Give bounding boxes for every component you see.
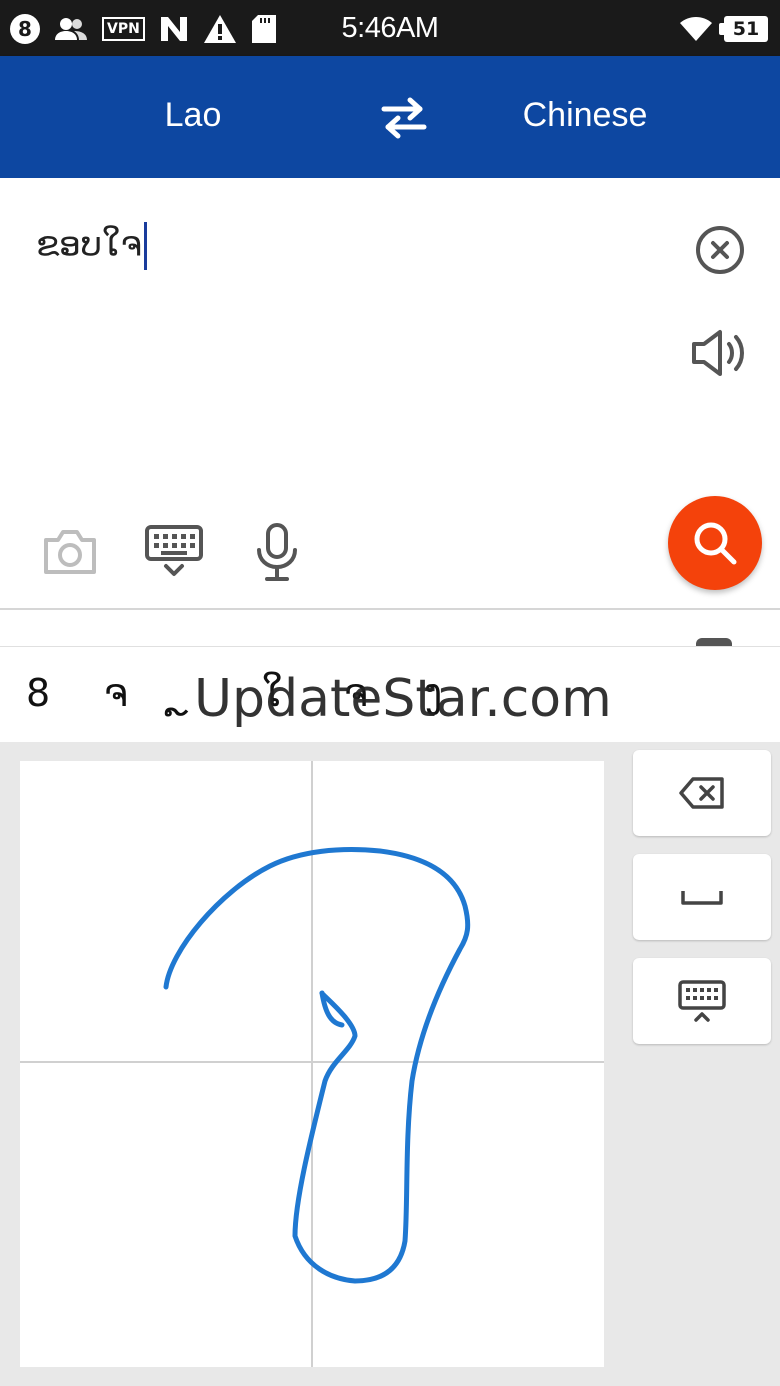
keyboard-switch-icon bbox=[678, 980, 726, 1022]
status-time: 5:46AM bbox=[341, 12, 439, 44]
wifi-icon bbox=[680, 17, 712, 41]
battery-icon: 51 bbox=[719, 16, 768, 42]
keyboard-hide-icon[interactable] bbox=[144, 524, 204, 580]
handwriting-keyboard bbox=[0, 742, 780, 1386]
search-button[interactable] bbox=[668, 496, 762, 590]
source-text-value: ຂອບໃຈ bbox=[36, 224, 142, 265]
language-header: Lao Chinese bbox=[0, 56, 780, 178]
speaker-icon[interactable] bbox=[690, 328, 750, 378]
backspace-icon bbox=[679, 777, 724, 809]
handwriting-canvas[interactable] bbox=[20, 761, 604, 1367]
target-language-button[interactable]: Chinese bbox=[390, 96, 780, 135]
handwriting-stroke bbox=[163, 847, 471, 1284]
space-icon bbox=[681, 891, 723, 905]
camera-icon[interactable] bbox=[42, 526, 98, 576]
status-bar: 8 VPN 5:46AM 51 bbox=[0, 0, 780, 56]
candidate-item[interactable]: ຈ bbox=[104, 671, 128, 715]
watermark: UpdateStar.com bbox=[194, 669, 612, 729]
candidate-bar: 8 ຈ ຼ ໃ ຈ ງ UpdateStar.com bbox=[0, 646, 780, 742]
handwriting-pad[interactable] bbox=[20, 761, 604, 1367]
microphone-icon[interactable] bbox=[252, 522, 302, 582]
candidate-item[interactable]: 8 bbox=[26, 671, 50, 715]
source-text-input[interactable]: ຂອບໃຈ bbox=[36, 222, 147, 270]
clear-circle-icon[interactable] bbox=[694, 224, 746, 276]
translation-input-area[interactable]: ຂອບໃຈ bbox=[0, 178, 780, 610]
backspace-key[interactable] bbox=[633, 750, 771, 836]
source-language-button[interactable]: Lao bbox=[0, 96, 386, 135]
keyboard-switch-key[interactable] bbox=[633, 958, 771, 1044]
results-peek-tab bbox=[696, 638, 732, 646]
candidate-item[interactable]: ໃ bbox=[262, 671, 283, 715]
space-key[interactable] bbox=[633, 854, 771, 940]
status-right-icons: 51 bbox=[678, 12, 768, 46]
results-peek bbox=[0, 612, 780, 646]
candidate-item[interactable]: ຈ bbox=[344, 671, 368, 715]
text-caret bbox=[143, 222, 147, 270]
candidate-item[interactable]: ງ bbox=[424, 671, 442, 715]
search-icon bbox=[694, 522, 737, 565]
